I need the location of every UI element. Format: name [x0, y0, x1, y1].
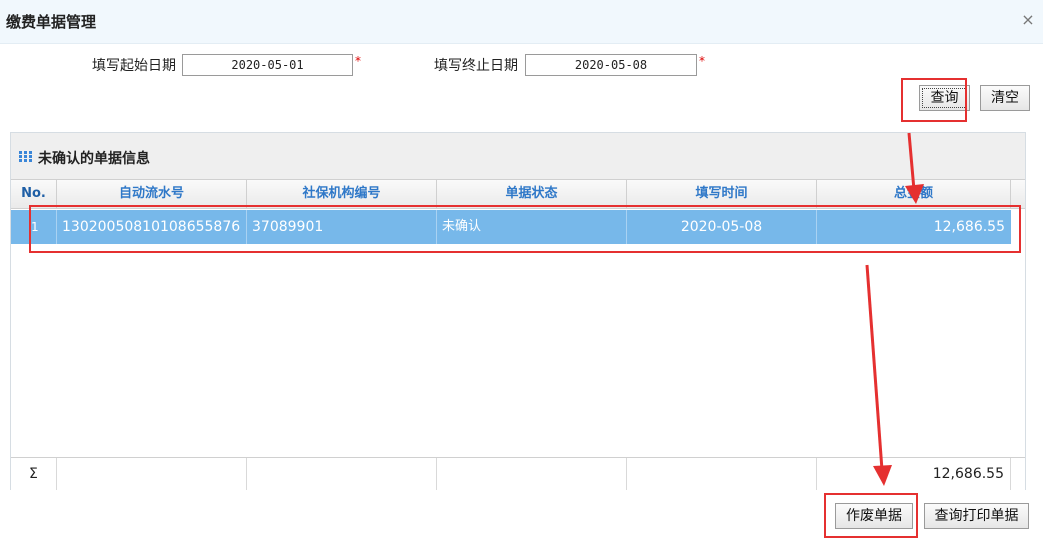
clear-button[interactable]: 清空	[980, 85, 1030, 111]
column-header-status[interactable]: 单据状态	[437, 180, 627, 208]
table-row[interactable]: 1 13020050810108655876 37089901 未确认 2020…	[11, 210, 1011, 244]
panel-header: 未确认的单据信息	[11, 133, 1025, 179]
void-receipt-button[interactable]: 作废单据	[835, 503, 913, 529]
dialog-titlebar: 缴费单据管理 ×	[0, 0, 1043, 44]
table-empty-area	[11, 244, 1025, 457]
dialog-title: 缴费单据管理	[6, 13, 97, 31]
summary-total: 12,686.55	[817, 458, 1011, 490]
summary-cell-agency	[247, 458, 437, 490]
print-receipt-query-button[interactable]: 查询打印单据	[924, 503, 1029, 529]
summary-cell-serial	[57, 458, 247, 490]
panel-title: 未确认的单据信息	[38, 151, 150, 167]
cell-agency: 37089901	[247, 210, 437, 244]
start-date-required-mark: *	[355, 54, 361, 68]
summary-cell-status	[437, 458, 627, 490]
query-button[interactable]: 查询	[919, 85, 970, 111]
summary-cell-date	[627, 458, 817, 490]
start-date-label: 填写起始日期	[92, 58, 176, 74]
column-header-date[interactable]: 填写时间	[627, 180, 817, 208]
sigma-icon: Σ	[11, 458, 57, 490]
table-summary-row: Σ 12,686.55	[11, 457, 1025, 490]
column-header-agency[interactable]: 社保机构编号	[247, 180, 437, 208]
column-header-no[interactable]: No.	[11, 180, 57, 208]
cell-serial: 13020050810108655876	[57, 210, 247, 244]
unconfirmed-receipts-panel: 未确认的单据信息 No. 自动流水号 社保机构编号 单据状态 填写时间 总金额 …	[10, 132, 1026, 490]
end-date-required-mark: *	[699, 54, 705, 68]
start-date-input[interactable]	[182, 54, 353, 76]
end-date-label: 填写终止日期	[434, 58, 518, 74]
grid-icon	[19, 151, 33, 163]
cell-date: 2020-05-08	[627, 210, 817, 244]
table-header: No. 自动流水号 社保机构编号 单据状态 填写时间 总金额	[11, 179, 1025, 209]
cell-status: 未确认	[437, 210, 627, 244]
cell-amount: 12,686.55	[933, 219, 1005, 235]
end-date-input[interactable]	[525, 54, 697, 76]
column-header-serial[interactable]: 自动流水号	[57, 180, 247, 208]
cell-no: 1	[11, 210, 57, 244]
column-header-amount[interactable]: 总金额	[817, 180, 1011, 208]
close-icon[interactable]: ×	[1019, 11, 1037, 29]
